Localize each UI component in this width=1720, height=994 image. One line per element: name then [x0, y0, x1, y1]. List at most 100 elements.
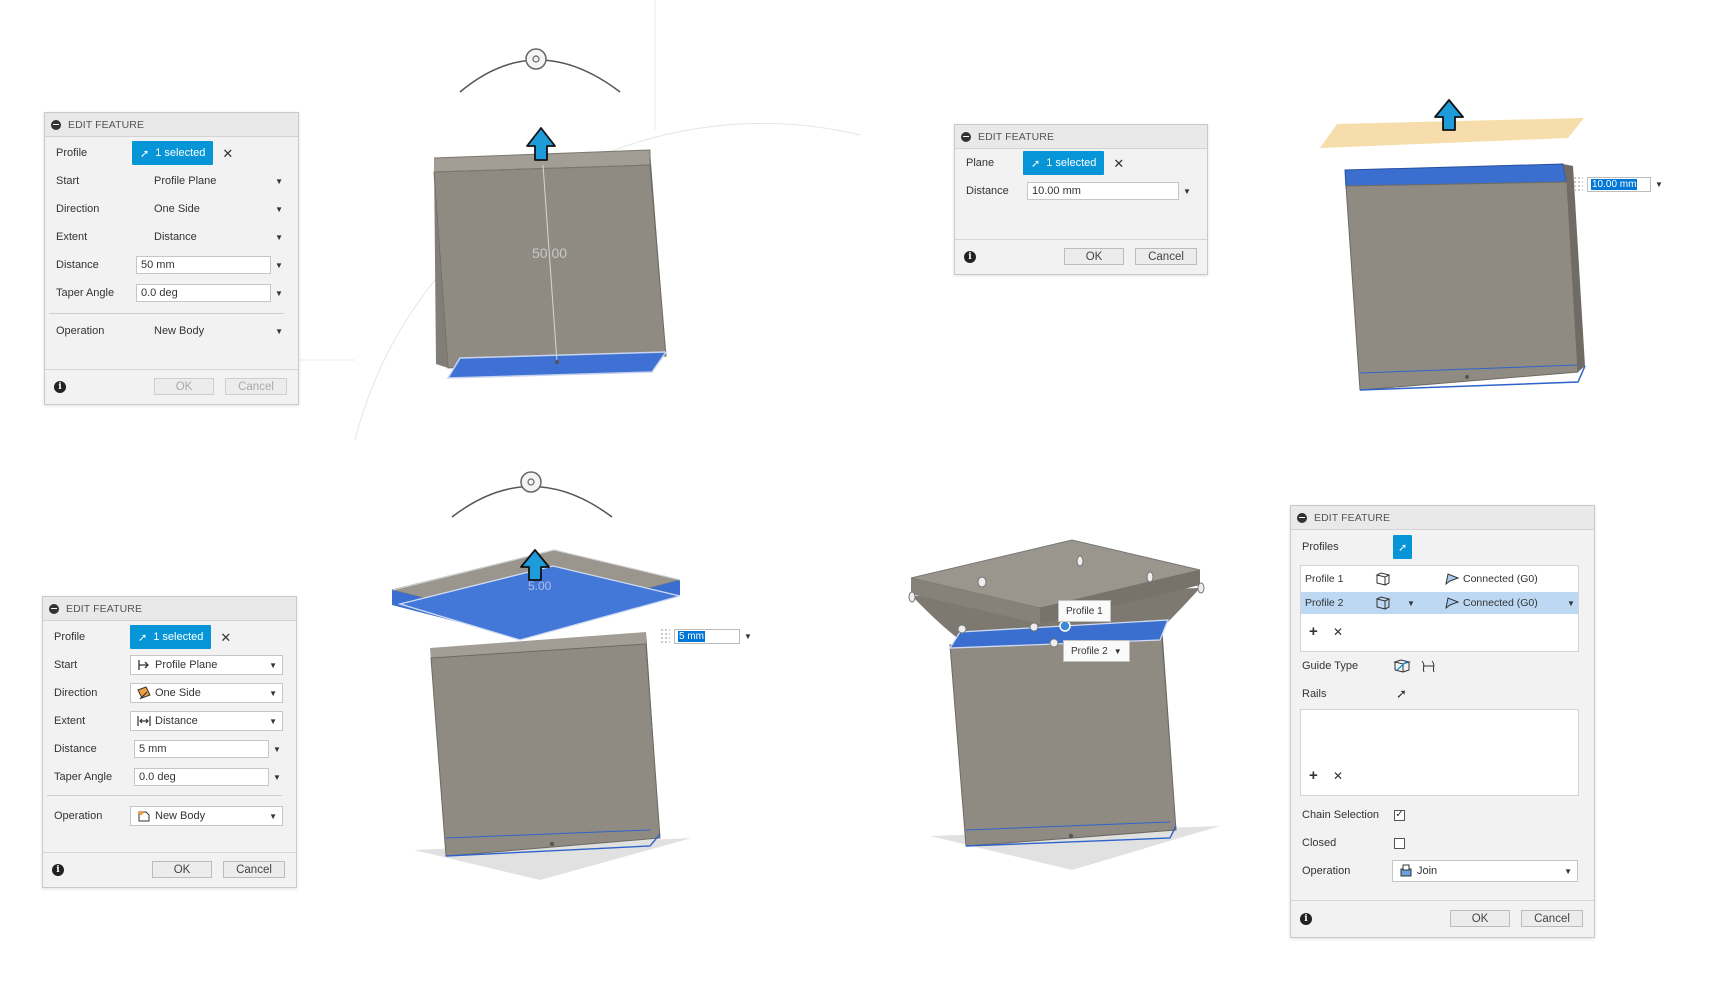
drag-grip-icon[interactable]: [1573, 176, 1583, 192]
clear-selection-icon[interactable]: ✕: [220, 631, 231, 644]
scene-offset-plane: [1320, 99, 1586, 391]
caret-down-icon[interactable]: ▼: [1183, 187, 1191, 196]
closed-label: Closed: [1302, 837, 1337, 849]
cancel-button[interactable]: Cancel: [1521, 910, 1583, 927]
operation-dropdown[interactable]: Join ▼: [1392, 860, 1578, 882]
distance-icon: [137, 716, 151, 726]
edit-feature-dialog-loft: EDIT FEATURE Profiles ➚ Profile 1 Connec…: [1290, 505, 1595, 938]
chain-selection-checkbox[interactable]: ✓: [1394, 809, 1405, 821]
profile-shape-icon: [1375, 572, 1391, 586]
info-icon[interactable]: i: [1300, 913, 1312, 925]
info-icon[interactable]: i: [52, 864, 64, 876]
caret-down-icon: ▼: [275, 326, 283, 336]
profiles-select-button[interactable]: ➚: [1393, 535, 1413, 559]
profile-label: Profile: [54, 631, 86, 643]
extent-dropdown[interactable]: Distance ▼: [148, 227, 288, 247]
distance-input[interactable]: 50 mm: [136, 256, 271, 274]
caret-down-icon: ▼: [269, 688, 277, 698]
direction-dropdown[interactable]: One Side ▼: [148, 199, 288, 219]
clear-selection-icon[interactable]: ✕: [222, 147, 233, 160]
rotate-handle-2[interactable]: [520, 471, 542, 493]
taper-angle-input[interactable]: 0.0 deg: [134, 768, 269, 786]
distance-input[interactable]: 5 mm: [134, 740, 269, 758]
caret-down-icon: ▼: [275, 232, 283, 242]
connected-icon: [1445, 573, 1460, 586]
dialog-header[interactable]: EDIT FEATURE: [1291, 506, 1594, 530]
offset-value-input[interactable]: 10.00 mm: [1587, 176, 1651, 192]
info-icon[interactable]: i: [964, 251, 976, 263]
operation-value: Join: [1417, 865, 1438, 877]
dialog-header[interactable]: EDIT FEATURE: [43, 597, 296, 621]
cursor-arrow-icon: ➚: [1031, 157, 1041, 170]
profile-select-button[interactable]: ➚ 1 selected: [130, 625, 212, 649]
add-profile-icon[interactable]: +: [1309, 623, 1318, 640]
profile-1-tag[interactable]: Profile 1: [1058, 600, 1111, 622]
extent-value: Distance: [154, 231, 197, 243]
caret-down-icon[interactable]: ▼: [1655, 180, 1663, 189]
offset-value-box[interactable]: 10.00 mm ▼: [1573, 175, 1663, 193]
closed-checkbox[interactable]: [1394, 837, 1405, 849]
ok-button[interactable]: OK: [152, 861, 212, 878]
ok-button[interactable]: OK: [154, 378, 214, 395]
ok-button[interactable]: OK: [1064, 248, 1124, 265]
profile-2-tag[interactable]: Profile 2 ▼: [1063, 640, 1130, 662]
start-dropdown[interactable]: Profile Plane ▼: [148, 171, 288, 191]
info-icon[interactable]: i: [54, 381, 66, 393]
add-rail-icon[interactable]: +: [1309, 767, 1318, 784]
caret-down-icon: ▼: [275, 176, 283, 186]
collapse-icon[interactable]: [1297, 512, 1307, 523]
collapse-icon[interactable]: [51, 119, 61, 130]
dialog-footer: i OK Cancel: [45, 369, 298, 404]
extent-dropdown[interactable]: Distance ▼: [130, 711, 283, 731]
operation-dropdown[interactable]: New Body ▼: [130, 806, 283, 826]
collapse-icon[interactable]: [49, 603, 59, 614]
dialog-header[interactable]: EDIT FEATURE: [955, 125, 1207, 149]
caret-down-icon[interactable]: ▼: [273, 745, 281, 754]
ok-button[interactable]: OK: [1450, 910, 1510, 927]
operation-value: New Body: [154, 325, 205, 337]
profiles-list: Profile 1 Connected (G0) Profile 2 ▼ Con…: [1300, 565, 1579, 652]
caret-down-icon[interactable]: ▼: [273, 773, 281, 782]
guide-centerline-icon[interactable]: [1419, 658, 1437, 674]
list-item[interactable]: Profile 2 ▼ Connected (G0) ▼: [1301, 592, 1578, 614]
rails-select-icon[interactable]: ➚: [1396, 686, 1407, 702]
svg-text:5.00: 5.00: [528, 579, 552, 593]
caret-down-icon[interactable]: ▼: [275, 289, 283, 298]
profile-select-button[interactable]: ➚ 1 selected: [132, 141, 214, 165]
dialog-title: EDIT FEATURE: [68, 118, 145, 131]
remove-profile-icon[interactable]: ✕: [1333, 625, 1343, 639]
start-label: Start: [56, 175, 80, 187]
guide-rails-icon[interactable]: [1393, 658, 1411, 674]
distance-value-box[interactable]: 5 mm ▼: [660, 627, 752, 645]
connected-icon: [1445, 597, 1460, 610]
start-dropdown[interactable]: Profile Plane ▼: [130, 655, 283, 675]
operation-dropdown[interactable]: New Body ▼: [148, 321, 288, 341]
distance-input[interactable]: 10.00 mm: [1027, 182, 1179, 200]
cancel-button[interactable]: Cancel: [225, 378, 287, 395]
caret-down-icon: ▼: [275, 204, 283, 214]
clear-selection-icon[interactable]: ✕: [1113, 157, 1124, 170]
distance-value-input[interactable]: 5 mm: [674, 628, 740, 644]
caret-down-icon[interactable]: ▼: [744, 632, 752, 641]
drag-grip-icon[interactable]: [660, 628, 670, 644]
caret-down-icon[interactable]: ▼: [1407, 599, 1415, 608]
cancel-button[interactable]: Cancel: [1135, 248, 1197, 265]
direction-dropdown[interactable]: One Side ▼: [130, 683, 283, 703]
dialog-footer: i OK Cancel: [955, 239, 1207, 274]
collapse-icon[interactable]: [961, 131, 971, 142]
caret-down-icon[interactable]: ▼: [1567, 599, 1575, 608]
profile-select-text: 1 selected: [153, 631, 204, 643]
list-item[interactable]: Profile 1 Connected (G0): [1301, 568, 1578, 590]
plane-select-button[interactable]: ➚ 1 selected: [1023, 151, 1105, 175]
cancel-button[interactable]: Cancel: [223, 861, 285, 878]
chain-selection-label: Chain Selection: [1302, 809, 1380, 821]
loft-point-handle[interactable]: [1059, 620, 1071, 632]
taper-angle-input[interactable]: 0.0 deg: [136, 284, 271, 302]
caret-down-icon[interactable]: ▼: [275, 261, 283, 270]
remove-rail-icon[interactable]: ✕: [1333, 769, 1343, 783]
taper-angle-label: Taper Angle: [56, 287, 115, 299]
dialog-header[interactable]: EDIT FEATURE: [45, 113, 298, 137]
profile-plane-icon: [138, 660, 149, 670]
rotate-handle[interactable]: [525, 48, 547, 70]
operation-label: Operation: [56, 325, 105, 337]
